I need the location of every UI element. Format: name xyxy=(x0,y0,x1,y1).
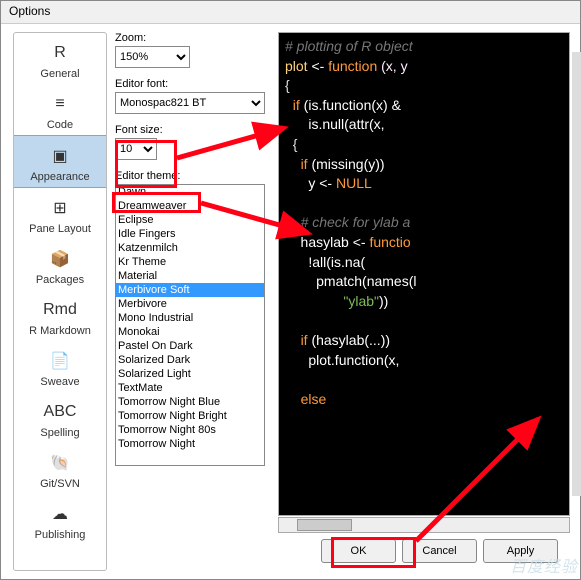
sidebar-item-label: Git/SVN xyxy=(17,478,103,490)
sidebar-item-spelling[interactable]: ABC Spelling xyxy=(14,392,106,443)
editor-theme-label: Editor theme: xyxy=(115,170,264,182)
sidebar[interactable]: R General ≡ Code ▣ Appearance ⊞ Pane Layout 📦 Pac… xyxy=(13,32,107,571)
theme-item[interactable]: Material xyxy=(116,269,264,283)
sidebar-item-label: Sweave xyxy=(17,376,103,388)
theme-item[interactable]: Tomorrow Night Bright xyxy=(116,409,264,423)
sidebar-item-r-markdown[interactable]: Rmd R Markdown xyxy=(14,290,106,341)
editor-font-label: Editor font: xyxy=(115,78,264,90)
sidebar-item-pane-layout[interactable]: ⊞ Pane Layout xyxy=(14,188,106,239)
theme-item[interactable]: TextMate xyxy=(116,381,264,395)
sidebar-item-label: Pane Layout xyxy=(17,223,103,235)
content: R General ≡ Code ▣ Appearance ⊞ Pane Layout 📦 Pac… xyxy=(1,23,580,579)
theme-item[interactable]: Merbivore xyxy=(116,297,264,311)
sidebar-item-general[interactable]: R General xyxy=(14,33,106,84)
zoom-select[interactable]: 150% xyxy=(115,46,190,68)
packages-icon: 📦 xyxy=(48,247,72,271)
theme-item[interactable]: Idle Fingers xyxy=(116,227,264,241)
sidebar-item-label: Packages xyxy=(17,274,103,286)
window-title: Options xyxy=(9,4,50,18)
sidebar-item-label: R Markdown xyxy=(17,325,103,337)
r-markdown-icon: Rmd xyxy=(48,298,72,322)
sidebar-item-git-svn[interactable]: 🐚 Git/SVN xyxy=(14,443,106,494)
font-size-select[interactable]: 10 xyxy=(115,138,157,160)
general-icon: R xyxy=(48,41,72,65)
spelling-icon: ABC xyxy=(48,400,72,424)
sidebar-item-label: Appearance xyxy=(17,171,103,183)
cancel-button[interactable]: Cancel xyxy=(402,539,477,563)
editor-theme-list[interactable]: DawnDreamweaverEclipseIdle FingersKatzen… xyxy=(115,184,265,466)
titlebar[interactable]: Options xyxy=(1,1,580,23)
git-svn-icon: 🐚 xyxy=(48,451,72,475)
theme-item[interactable]: Katzenmilch xyxy=(116,241,264,255)
theme-item[interactable]: Merbivore Soft xyxy=(116,283,264,297)
theme-item[interactable]: Tomorrow Night xyxy=(116,437,264,451)
font-size-label: Font size: xyxy=(115,124,264,136)
theme-item[interactable]: Dawn xyxy=(116,185,264,199)
sidebar-item-appearance[interactable]: ▣ Appearance xyxy=(14,135,106,188)
settings-pane: Zoom: 150% Editor font: Monospac821 BT F… xyxy=(111,24,268,579)
preview-vscroll[interactable] xyxy=(572,52,581,496)
pane-layout-icon: ⊞ xyxy=(48,196,72,220)
theme-item[interactable]: Solarized Light xyxy=(116,367,264,381)
watermark: 百度经验 xyxy=(510,553,578,577)
theme-item[interactable]: Mono Industrial xyxy=(116,311,264,325)
sidebar-item-sweave[interactable]: 📄 Sweave xyxy=(14,341,106,392)
sidebar-item-label: Code xyxy=(17,119,103,131)
theme-item[interactable]: Pastel On Dark xyxy=(116,339,264,353)
sidebar-item-label: Publishing xyxy=(17,529,103,541)
sidebar-item-label: Spelling xyxy=(17,427,103,439)
theme-item[interactable]: Kr Theme xyxy=(116,255,264,269)
publishing-icon: ☁ xyxy=(48,502,72,526)
appearance-icon: ▣ xyxy=(48,144,72,168)
options-dialog: Options R General ≡ Code ▣ Appearance ⊞ Pane La… xyxy=(0,0,581,580)
sidebar-item-code[interactable]: ≡ Code xyxy=(14,84,106,135)
sidebar-item-label: General xyxy=(17,68,103,80)
theme-item[interactable]: Dreamweaver xyxy=(116,199,264,213)
editor-font-select[interactable]: Monospac821 BT xyxy=(115,92,265,114)
theme-item[interactable]: Eclipse xyxy=(116,213,264,227)
sidebar-item-packages[interactable]: 📦 Packages xyxy=(14,239,106,290)
sidebar-item-publishing[interactable]: ☁ Publishing xyxy=(14,494,106,545)
ok-button[interactable]: OK xyxy=(321,539,396,563)
code-preview: # plotting of R objectplot <- function (… xyxy=(278,32,570,516)
preview-hscroll[interactable] xyxy=(278,517,570,533)
code-icon: ≡ xyxy=(48,92,72,116)
zoom-label: Zoom: xyxy=(115,32,264,44)
sweave-icon: 📄 xyxy=(48,349,72,373)
theme-item[interactable]: Solarized Dark xyxy=(116,353,264,367)
hscroll-thumb[interactable] xyxy=(297,519,352,531)
theme-item[interactable]: Monokai xyxy=(116,325,264,339)
theme-item[interactable]: Tomorrow Night 80s xyxy=(116,423,264,437)
theme-item[interactable]: Tomorrow Night Blue xyxy=(116,395,264,409)
preview-pane: # plotting of R objectplot <- function (… xyxy=(278,32,570,571)
